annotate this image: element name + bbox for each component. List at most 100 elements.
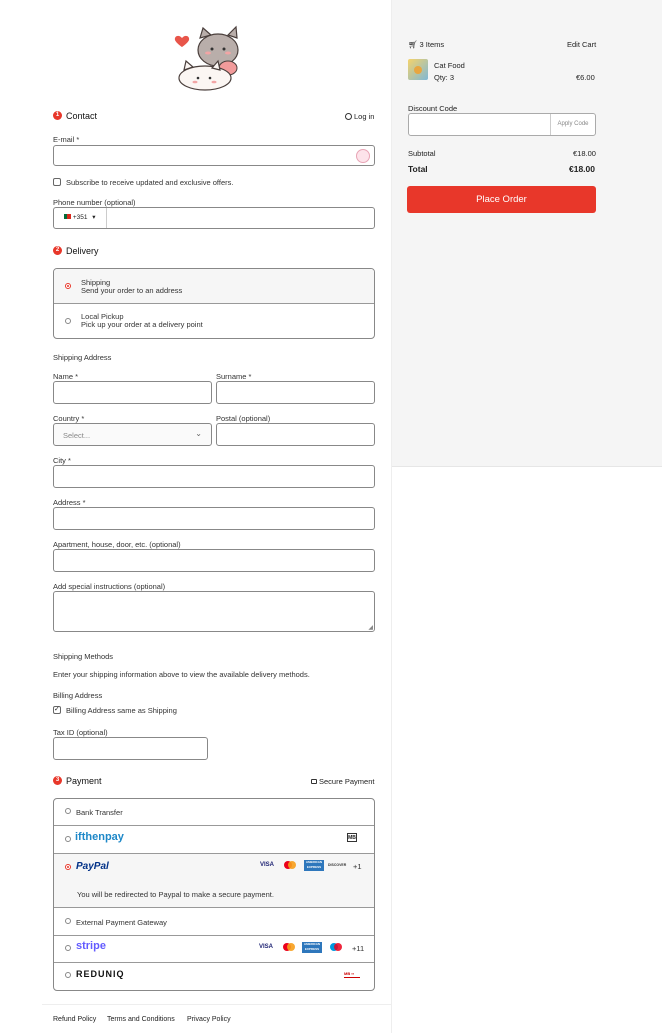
payment-step-badge: 3 xyxy=(53,776,62,785)
contact-title: Contact xyxy=(66,111,98,121)
reduniq-radio[interactable] xyxy=(65,972,71,978)
surname-field[interactable] xyxy=(216,381,375,404)
paypal-logo: PayPal xyxy=(76,861,109,872)
contact-step-badge: 1 xyxy=(53,111,62,120)
pickup-radio[interactable] xyxy=(65,318,71,324)
stripe-logo: stripe xyxy=(76,940,106,952)
tax-label: Tax ID (optional) xyxy=(53,728,108,737)
reduniq-logo: REDUNIQ xyxy=(76,969,125,979)
footer-separator xyxy=(42,1004,391,1005)
chevron-down-icon: ⌄ xyxy=(195,429,202,438)
store-logo xyxy=(170,24,250,94)
ifthenpay-logo: ifthenpay xyxy=(75,831,124,843)
cart-icon: 🛒︎ xyxy=(408,40,418,49)
mb-card-icon: MB xyxy=(347,833,357,842)
subscribe-label: Subscribe to receive updated and exclusi… xyxy=(66,178,234,187)
subtotal-label: Subtotal xyxy=(408,149,436,158)
ifthenpay-radio[interactable] xyxy=(65,836,71,842)
reduniq-cards-icon: MB ▪▪ xyxy=(344,971,360,978)
country-label: Country * xyxy=(53,414,85,423)
instructions-textarea[interactable]: ◢ xyxy=(53,591,375,632)
privacy-policy-link[interactable]: Privacy Policy xyxy=(187,1016,231,1023)
order-summary-panel xyxy=(392,0,662,467)
city-field[interactable] xyxy=(53,465,375,488)
bank-transfer-radio[interactable] xyxy=(65,808,71,814)
delivery-step-badge: 2 xyxy=(53,246,62,255)
secure-payment-label: Secure Payment xyxy=(311,777,374,786)
user-icon xyxy=(345,113,352,120)
shipping-radio[interactable] xyxy=(65,283,71,289)
place-order-button[interactable]: Place Order xyxy=(407,186,596,213)
apply-code-label: Apply Code xyxy=(557,121,589,127)
payment-title: Payment xyxy=(66,776,102,786)
phone-code: +351 xyxy=(72,214,88,221)
email-autofill-icon[interactable] xyxy=(356,149,370,163)
billing-title: Billing Address xyxy=(53,691,103,700)
apply-code-button[interactable]: Apply Code xyxy=(550,114,595,135)
instructions-label: Add special instructions (optional) xyxy=(53,582,166,591)
city-label: City * xyxy=(53,456,71,465)
login-link[interactable]: Log in xyxy=(345,112,374,121)
flag-portugal-icon xyxy=(64,214,71,219)
external-gateway-label: External Payment Gateway xyxy=(76,918,167,927)
phone-country-selector[interactable]: +351 ▾ xyxy=(54,208,107,228)
email-label: E-mail * xyxy=(53,135,80,144)
secure-payment-text: Secure Payment xyxy=(319,777,375,786)
login-label: Log in xyxy=(354,112,375,121)
resize-handle-icon[interactable]: ◢ xyxy=(368,624,373,631)
surname-label: Surname * xyxy=(216,372,252,381)
mastercard-icon xyxy=(283,943,295,951)
product-price: €6.00 xyxy=(576,73,595,82)
postal-label: Postal (optional) xyxy=(216,414,271,423)
edit-cart-link[interactable]: Edit Cart xyxy=(567,40,596,49)
amex-card-icon: AMERICAN EXPRESS xyxy=(304,860,324,871)
product-name: Cat Food xyxy=(434,61,465,70)
mastercard-icon xyxy=(284,861,296,869)
shipping-methods-title: Shipping Methods xyxy=(53,652,114,661)
email-field[interactable] xyxy=(53,145,375,166)
billing-same-label: Billing Address same as Shipping xyxy=(66,706,177,715)
country-placeholder: Select... xyxy=(63,431,91,440)
name-label: Name * xyxy=(53,372,79,381)
discount-label: Discount Code xyxy=(408,104,458,113)
panel-divider xyxy=(391,0,392,1033)
apartment-label: Apartment, house, door, etc. (optional) xyxy=(53,540,181,549)
product-qty: Qty: 3 xyxy=(434,73,455,82)
bank-transfer-label: Bank Transfer xyxy=(76,808,123,817)
pickup-option-desc: Pick up your order at a delivery point xyxy=(81,320,203,329)
external-gateway-radio[interactable] xyxy=(65,918,71,924)
delivery-title: Delivery xyxy=(66,246,99,256)
amex-card-icon: AMERICAN EXPRESS xyxy=(302,942,322,953)
name-field[interactable] xyxy=(53,381,212,404)
address-label: Address * xyxy=(53,498,86,507)
shipping-option-desc: Send your order to an address xyxy=(81,286,183,295)
cat-face-icon xyxy=(414,66,422,74)
apartment-field[interactable] xyxy=(53,549,375,572)
chevron-down-icon: ▾ xyxy=(92,214,96,221)
country-select[interactable]: Select... ⌄ xyxy=(53,423,212,446)
maestro-card-icon xyxy=(330,943,342,951)
product-thumbnail xyxy=(408,59,428,80)
tax-field[interactable] xyxy=(53,737,208,760)
address-field[interactable] xyxy=(53,507,375,530)
postal-field[interactable] xyxy=(216,423,375,446)
terms-link[interactable]: Terms and Conditions xyxy=(107,1016,175,1023)
stripe-more-cards: +11 xyxy=(352,944,365,953)
total-label: Total xyxy=(408,164,428,174)
lock-icon xyxy=(311,779,317,784)
refund-policy-link[interactable]: Refund Policy xyxy=(53,1016,96,1023)
paypal-radio[interactable] xyxy=(65,864,71,870)
subtotal-value: €18.00 xyxy=(573,149,596,158)
paypal-note: You will be redirected to Paypal to make… xyxy=(77,890,274,899)
items-label: 3 Items xyxy=(419,40,445,49)
discover-card-icon: DISCOVER xyxy=(328,863,347,867)
total-value: €18.00 xyxy=(569,164,595,174)
shipping-address-title: Shipping Address xyxy=(53,353,112,362)
cart-items-count: 🛒︎ 3 Items xyxy=(408,40,444,49)
shipping-methods-text: Enter your shipping information above to… xyxy=(53,670,310,679)
paypal-more-cards: +1 xyxy=(353,862,362,871)
billing-same-checkbox[interactable] xyxy=(53,705,61,714)
subscribe-checkbox[interactable] xyxy=(53,178,61,186)
visa-card-icon: VISA xyxy=(258,944,273,950)
stripe-radio[interactable] xyxy=(65,945,71,951)
